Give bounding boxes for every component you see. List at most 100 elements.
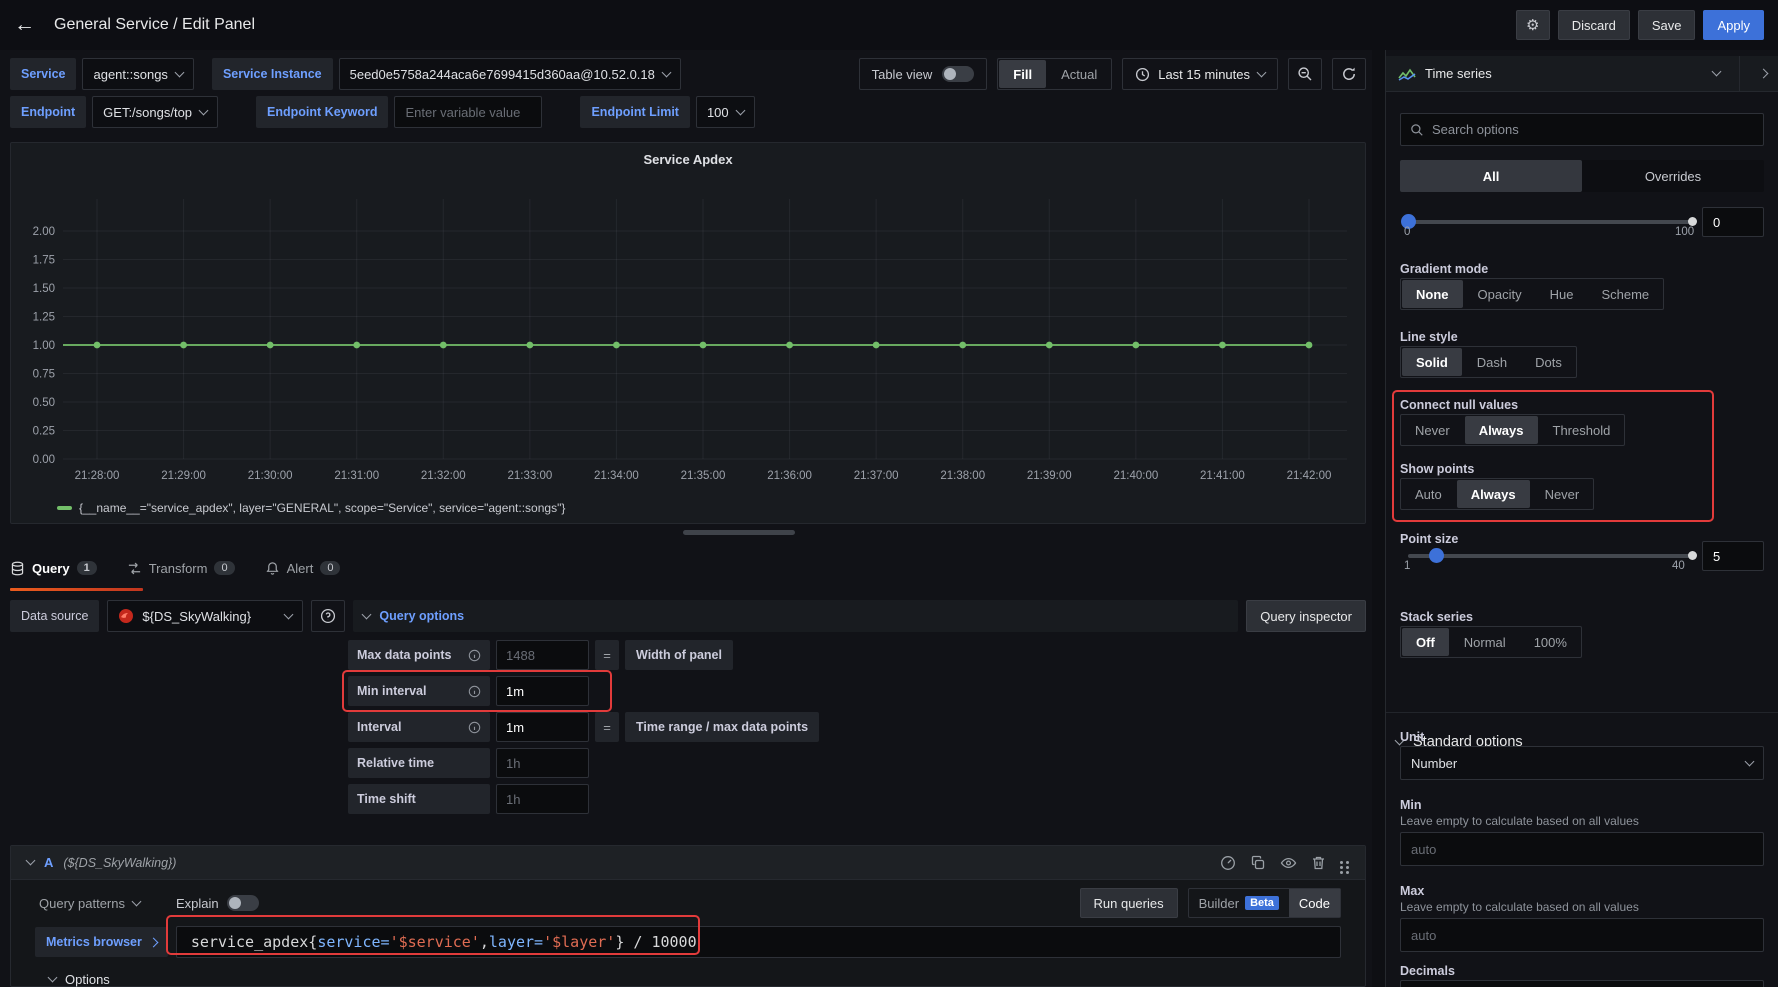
tab-label: Alert: [287, 561, 314, 576]
bell-icon: [265, 561, 280, 576]
min-input[interactable]: [1400, 832, 1764, 866]
gradient-mode-option-hue[interactable]: Hue: [1536, 279, 1588, 309]
query-inspector-button[interactable]: Query inspector: [1246, 600, 1366, 632]
min-hint: Leave empty to calculate based on all va…: [1400, 814, 1639, 828]
gradient-mode-option-opacity[interactable]: Opacity: [1464, 279, 1536, 309]
options-sidebar: Time series Search options All Overrides…: [1385, 50, 1778, 987]
code-mode-option[interactable]: Code: [1289, 889, 1340, 917]
duplicate-icon[interactable]: [1250, 855, 1266, 871]
connect-nulls-option-threshold[interactable]: Threshold: [1539, 415, 1625, 445]
eye-icon[interactable]: [1280, 855, 1297, 871]
query-history-icon[interactable]: [1220, 855, 1236, 871]
service-instance-select[interactable]: 5eed0e5758a244aca6e7699415d360aa@10.52.0…: [339, 58, 681, 90]
view-mode-option-actual[interactable]: Actual: [1047, 59, 1111, 89]
tab-query[interactable]: Query 1: [10, 548, 97, 588]
refresh-button[interactable]: [1332, 58, 1366, 90]
fill-opacity-slider[interactable]: 0 100: [1400, 214, 1700, 254]
metrics-browser-button[interactable]: Metrics browser: [35, 927, 168, 957]
line-style-option-solid[interactable]: Solid: [1402, 348, 1462, 376]
service-select[interactable]: agent::songs: [82, 58, 193, 90]
query-option-input[interactable]: 1h: [496, 748, 589, 778]
editor-mode-switch: Builder Beta Code: [1188, 888, 1341, 918]
min-label: Min: [1400, 798, 1422, 812]
svg-text:21:29:00: 21:29:00: [161, 470, 206, 482]
time-range-picker[interactable]: Last 15 minutes: [1122, 58, 1278, 90]
connect-nulls-option-never[interactable]: Never: [1401, 415, 1464, 445]
drag-handle-icon[interactable]: [1340, 861, 1343, 864]
point-size-slider[interactable]: 1 40: [1400, 548, 1700, 588]
max-label: Max: [1400, 884, 1424, 898]
decimals-input[interactable]: [1400, 980, 1764, 987]
search-placeholder: Search options: [1432, 122, 1519, 137]
tab-transform[interactable]: Transform 0: [127, 548, 235, 588]
expr-token-plain: service_apdex{: [191, 933, 317, 951]
endpoint-keyword-input[interactable]: [394, 96, 542, 128]
tab-overrides[interactable]: Overrides: [1582, 160, 1764, 192]
run-queries-button[interactable]: Run queries: [1080, 888, 1178, 918]
unit-select[interactable]: Number: [1400, 746, 1764, 780]
slider-handle[interactable]: [1429, 548, 1444, 563]
table-view-toggle[interactable]: [942, 66, 974, 82]
panel-service-apdex: Service Apdex 0.000.250.500.751.001.251.…: [10, 142, 1366, 524]
show-points-option-auto[interactable]: Auto: [1401, 479, 1456, 509]
chart-legend[interactable]: {__name__="service_apdex", layer="GENERA…: [57, 501, 565, 515]
show-points-option-always[interactable]: Always: [1457, 480, 1530, 508]
endpoint-limit-select[interactable]: 100: [696, 96, 755, 128]
decimals-label: Decimals: [1400, 964, 1455, 978]
help-circle-icon: [320, 608, 336, 624]
query-option-input[interactable]: 1m: [496, 712, 589, 742]
max-input[interactable]: [1400, 918, 1764, 952]
stack-series-option-100-[interactable]: 100%: [1520, 627, 1581, 657]
chevron-down-icon: [661, 67, 671, 77]
panel-settings-button[interactable]: ⚙: [1516, 10, 1550, 40]
chevron-down-icon: [1745, 756, 1755, 766]
connect-null-values-switch: NeverAlwaysThreshold: [1400, 414, 1625, 446]
explain-label: Explain: [176, 896, 219, 911]
toggle-options-pane-button[interactable]: [1739, 56, 1767, 92]
endpoint-select[interactable]: GET:/songs/top: [92, 96, 218, 128]
explain-toggle[interactable]: [227, 895, 259, 911]
builder-mode-option[interactable]: Builder Beta: [1189, 889, 1289, 917]
query-options-collapse[interactable]: Query options: [353, 600, 1238, 632]
search-icon: [1410, 123, 1424, 137]
view-mode-option-fill[interactable]: Fill: [999, 60, 1046, 88]
datasource-select[interactable]: ${DS_SkyWalking}: [107, 600, 303, 632]
save-button[interactable]: Save: [1638, 10, 1696, 40]
query-patterns-dropdown[interactable]: Query patterns: [39, 896, 140, 911]
query-option-input[interactable]: 1h: [496, 784, 589, 814]
search-options-input[interactable]: Search options: [1400, 113, 1764, 146]
service-label: Service: [10, 58, 76, 90]
promql-expression-input[interactable]: service_apdex{service='$service', layer=…: [176, 926, 1341, 958]
discard-button[interactable]: Discard: [1558, 10, 1630, 40]
point-size-value[interactable]: 5: [1702, 541, 1764, 571]
query-option-input[interactable]: 1m: [496, 676, 589, 706]
apply-button[interactable]: Apply: [1703, 10, 1764, 40]
tab-all[interactable]: All: [1400, 160, 1582, 192]
show-points-option-never[interactable]: Never: [1531, 479, 1594, 509]
line-style-option-dots[interactable]: Dots: [1521, 347, 1576, 377]
query-option-label: Interval: [348, 712, 490, 742]
stack-series-option-normal[interactable]: Normal: [1450, 627, 1520, 657]
legend-series-label: {__name__="service_apdex", layer="GENERA…: [79, 501, 565, 515]
gradient-mode-option-scheme[interactable]: Scheme: [1587, 279, 1663, 309]
fill-opacity-value[interactable]: 0: [1702, 207, 1764, 237]
gradient-mode-option-none[interactable]: None: [1402, 280, 1463, 308]
datasource-help-button[interactable]: [311, 600, 345, 632]
back-arrow-icon[interactable]: ←: [14, 13, 44, 37]
query-option-row: Interval1m=Time range / max data points: [348, 712, 819, 742]
panel-resize-handle[interactable]: [683, 530, 795, 535]
zoom-out-button[interactable]: [1288, 58, 1322, 90]
query-extra-options-collapse[interactable]: Options: [11, 958, 1365, 987]
stack-series-option-off[interactable]: Off: [1402, 628, 1449, 656]
line-style-option-dash[interactable]: Dash: [1463, 347, 1521, 377]
query-option-input[interactable]: 1488: [496, 640, 589, 670]
visualization-picker[interactable]: Time series: [1386, 56, 1778, 92]
time-series-chart[interactable]: 0.000.250.500.751.001.251.501.752.0021:2…: [17, 173, 1359, 491]
expr-token-label: service=: [317, 933, 389, 951]
scrollbar-gutter[interactable]: [1372, 50, 1385, 987]
trash-icon[interactable]: [1311, 855, 1326, 871]
tab-alert[interactable]: Alert 0: [265, 548, 341, 588]
query-row-header[interactable]: A (${DS_SkyWalking}): [11, 846, 1365, 880]
table-view-control: Table view: [859, 58, 988, 90]
connect-nulls-option-always[interactable]: Always: [1465, 416, 1538, 444]
